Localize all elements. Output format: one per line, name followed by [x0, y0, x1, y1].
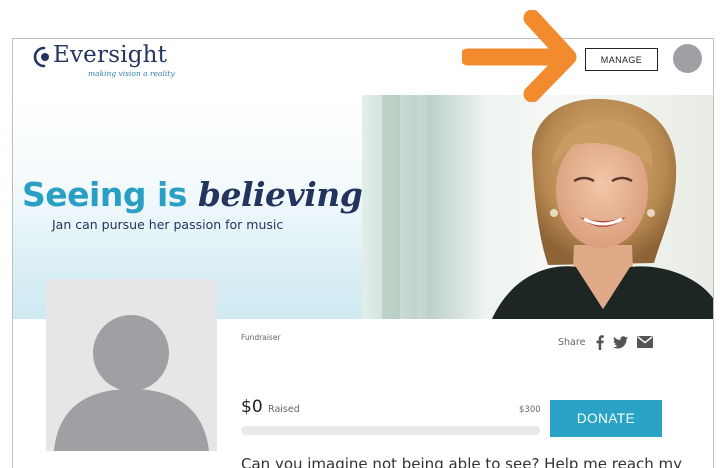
logo-tagline: making vision a reality [88, 69, 175, 78]
fundraiser-type-label: Fundraiser [241, 333, 281, 342]
twitter-icon[interactable] [613, 335, 629, 349]
banner-title-plain: Seeing is [22, 175, 187, 214]
user-avatar[interactable] [673, 44, 702, 73]
banner-title-emphasis: believing [197, 175, 363, 214]
fundraising-progress-bar [241, 426, 540, 435]
goal-amount: $300 [519, 405, 541, 415]
eye-logo-icon [33, 46, 49, 68]
browser-page: Eversight making vision a reality MANAGE… [12, 38, 714, 468]
manage-button[interactable]: MANAGE [585, 48, 658, 71]
raised-amount: $0 Raised [241, 397, 300, 417]
logo-wordmark: Eversight [53, 42, 168, 68]
banner-subtitle: Jan can pursue her passion for music [52, 217, 284, 232]
share-label: Share [558, 336, 586, 348]
share-bar: Share [558, 333, 654, 351]
raised-label: Raised [268, 404, 300, 415]
donate-button[interactable]: DONATE [550, 400, 662, 437]
banner-title: Seeing is believing [22, 175, 363, 214]
story-preview-text: Can you imagine not being able to see? H… [241, 455, 683, 468]
email-icon[interactable] [637, 336, 654, 348]
facebook-icon[interactable] [596, 334, 605, 350]
eversight-logo[interactable]: Eversight making vision a reality [31, 42, 181, 82]
fundraiser-profile-photo [46, 279, 217, 451]
banner-photo [362, 95, 713, 319]
raised-value: $0 [241, 397, 263, 417]
